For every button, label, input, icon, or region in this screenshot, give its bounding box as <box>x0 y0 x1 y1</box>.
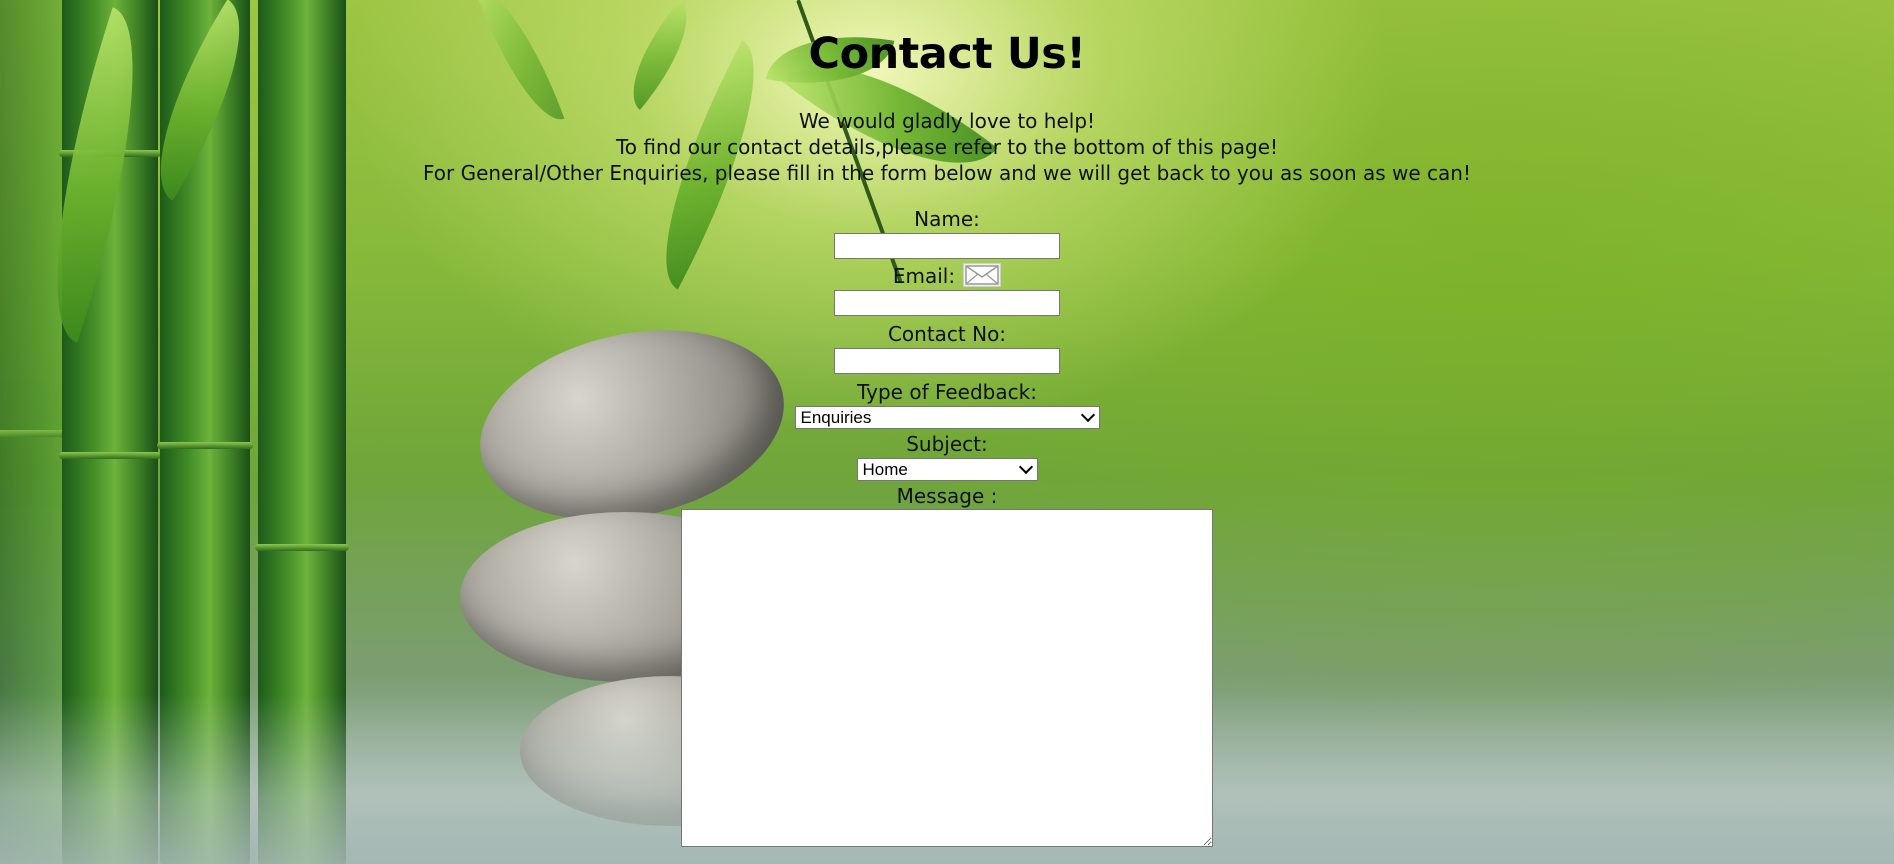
intro-text: We would gladly love to help! To find ou… <box>0 108 1894 186</box>
chevron-down-icon <box>1080 407 1095 423</box>
message-field[interactable] <box>681 509 1213 847</box>
name-field[interactable] <box>834 233 1060 259</box>
intro-line: We would gladly love to help! <box>798 109 1096 133</box>
feedback-type-label: Type of Feedback: <box>857 380 1037 404</box>
email-label-row: Email: <box>0 263 1894 289</box>
message-label: Message : <box>896 484 998 508</box>
page-title: Contact Us! <box>808 29 1086 79</box>
name-label: Name: <box>914 207 980 231</box>
contact-no-field[interactable] <box>834 348 1060 374</box>
feedback-type-value: Enquiries <box>800 408 872 427</box>
subject-select[interactable]: Home <box>856 458 1038 481</box>
contact-form: Name: Email: Contact No: Type of Feedbac… <box>0 206 1894 847</box>
email-label: Email: <box>892 264 956 288</box>
subject-label: Subject: <box>906 432 988 456</box>
intro-line: To find our contact details,please refer… <box>615 135 1279 159</box>
feedback-type-select[interactable]: Enquiries <box>794 406 1100 429</box>
chevron-down-icon <box>1018 459 1033 475</box>
contact-no-label: Contact No: <box>887 322 1007 346</box>
subject-value: Home <box>862 460 908 479</box>
envelope-icon <box>963 263 1002 287</box>
intro-line: For General/Other Enquiries, please fill… <box>423 161 1471 185</box>
email-field[interactable] <box>834 290 1060 316</box>
